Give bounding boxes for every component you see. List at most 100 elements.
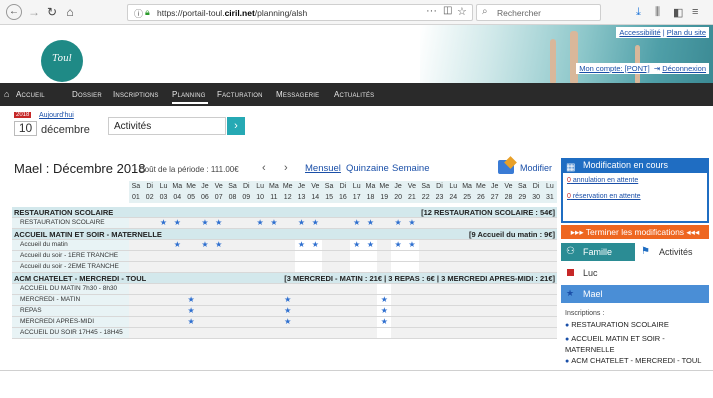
reservation-star-icon[interactable]: ★ xyxy=(253,218,267,228)
reservation-star-icon[interactable]: ★ xyxy=(198,240,212,250)
account-link[interactable]: Mon compte: [PONT] xyxy=(579,64,649,73)
next-month-icon[interactable]: › xyxy=(284,162,288,174)
reservation-star-icon[interactable]: ★ xyxy=(364,218,378,228)
table-row: Accueil du soir - 2EME TRANCHE xyxy=(12,262,557,273)
view-semaine-link[interactable]: Semaine xyxy=(392,163,430,174)
reservation-star-icon[interactable]: ★ xyxy=(350,240,364,250)
view-quinzaine-link[interactable]: Quinzaine xyxy=(346,163,389,174)
search-input[interactable]: ⌕ Rechercher xyxy=(476,4,601,21)
available-day-cell[interactable] xyxy=(391,251,405,261)
reservation-star-icon[interactable]: ★ xyxy=(377,306,391,316)
nav-planning[interactable]: Planning xyxy=(172,90,206,99)
sidebar-icon[interactable]: ◧ xyxy=(673,6,683,19)
available-day-cell[interactable] xyxy=(405,262,419,272)
available-day-cell[interactable] xyxy=(308,262,323,272)
child-item-luc[interactable]: Luc xyxy=(561,264,709,282)
previous-month-icon[interactable]: ‹ xyxy=(262,162,266,174)
reservation-star-icon[interactable]: ★ xyxy=(391,240,405,250)
child-item-mael[interactable]: ★ Mael xyxy=(561,285,709,303)
day-number-header: 11 xyxy=(270,194,278,201)
section-summary: [9 Accueil du matin : 9€] xyxy=(469,230,555,239)
available-day-cell[interactable] xyxy=(391,262,405,272)
reservation-star-icon[interactable]: ★ xyxy=(170,218,184,228)
reservation-star-icon[interactable]: ★ xyxy=(308,218,322,228)
available-day-cell[interactable] xyxy=(294,251,309,261)
reservation-star-icon[interactable]: ★ xyxy=(377,317,391,327)
nav-messagerie[interactable]: Messagerie xyxy=(276,90,319,99)
reservation-star-icon[interactable]: ★ xyxy=(350,218,364,228)
reservation-link[interactable]: 0 réservation en attente xyxy=(567,193,641,200)
nav-facturation[interactable]: Facturation xyxy=(217,90,263,99)
url-text[interactable]: https://portail-toul.ciril.net/planning/… xyxy=(157,8,307,18)
finish-modifications-button[interactable]: ▸▸▸ Terminer les modifications ◂◂◂ xyxy=(561,225,709,239)
reservation-star-icon[interactable]: ★ xyxy=(391,218,405,228)
reservation-star-icon[interactable]: ★ xyxy=(295,240,309,250)
reservation-star-icon[interactable]: ★ xyxy=(157,218,171,228)
available-day-cell[interactable] xyxy=(363,251,378,261)
download-icon[interactable]: ⤓ xyxy=(636,6,641,19)
footer-divider xyxy=(0,370,713,371)
logout-link[interactable]: Déconnexion xyxy=(662,64,706,73)
available-day-cell[interactable] xyxy=(377,284,392,294)
library-icon[interactable]: ⫼ xyxy=(655,6,660,19)
home-icon[interactable]: ⌂ xyxy=(4,89,9,99)
annulation-link[interactable]: 0 annulation en attente xyxy=(567,177,638,184)
nav-dossier[interactable]: Dossier xyxy=(72,90,102,99)
url-bar[interactable]: ⓘ 🔒︎ https://portail-toul.ciril.net/plan… xyxy=(127,4,473,21)
nav-actualites[interactable]: Actualités xyxy=(334,90,374,99)
modify-link[interactable]: Modifier xyxy=(520,163,552,173)
accessibility-link[interactable]: Accessibilité xyxy=(619,28,660,37)
reservation-star-icon[interactable]: ★ xyxy=(281,317,295,327)
available-day-cell[interactable] xyxy=(349,262,364,272)
reservation-star-icon[interactable]: ★ xyxy=(295,218,309,228)
forward-arrow-icon[interactable]: → xyxy=(26,4,42,20)
available-day-cell[interactable] xyxy=(405,251,419,261)
tab-famille[interactable]: ⚇ Famille xyxy=(561,243,635,261)
today-link[interactable]: Aujourd'hui xyxy=(39,112,74,119)
hamburger-menu-icon[interactable]: ≡ xyxy=(692,6,698,18)
reservation-star-icon[interactable]: ★ xyxy=(308,240,322,250)
available-day-cell[interactable] xyxy=(308,251,323,261)
reservation-star-icon[interactable]: ★ xyxy=(212,218,226,228)
reservation-star-icon[interactable]: ★ xyxy=(281,295,295,305)
available-day-cell[interactable] xyxy=(294,262,309,272)
bookmark-star-icon[interactable]: ☆ xyxy=(457,5,467,18)
day-number[interactable]: 10 xyxy=(14,121,37,136)
reservation-star-icon[interactable]: ★ xyxy=(405,240,419,250)
reservation-star-icon[interactable]: ★ xyxy=(184,306,198,316)
available-day-cell[interactable] xyxy=(349,251,364,261)
nav-accueil[interactable]: Accueil xyxy=(16,90,45,99)
view-mensuel-link[interactable]: Mensuel xyxy=(305,163,341,174)
reservation-star-icon[interactable]: ★ xyxy=(184,317,198,327)
activity-go-button[interactable]: › xyxy=(227,117,245,135)
site-logo[interactable]: Toul xyxy=(41,40,83,82)
page-actions-icon[interactable]: ··· xyxy=(426,5,437,17)
day-number-header: 02 xyxy=(145,194,154,201)
reservation-star-icon[interactable]: ★ xyxy=(212,240,226,250)
pocket-icon[interactable]: ◫ xyxy=(443,5,452,16)
nav-inscriptions[interactable]: Inscriptions xyxy=(113,90,159,99)
home-icon[interactable]: ⌂ xyxy=(62,4,78,20)
weekday-header: Di xyxy=(436,183,443,190)
row-label: RESTAURATION SCOLAIRE xyxy=(12,218,129,228)
back-arrow-icon[interactable]: ← xyxy=(6,4,22,20)
calendar-edit-icon[interactable] xyxy=(498,160,514,174)
available-day-cell[interactable] xyxy=(363,262,378,272)
row-cells xyxy=(129,262,557,272)
reservation-star-icon[interactable]: ★ xyxy=(405,218,419,228)
reservation-star-icon[interactable]: ★ xyxy=(267,218,281,228)
month-label: décembre xyxy=(41,124,90,136)
reservation-star-icon[interactable]: ★ xyxy=(364,240,378,250)
tab-activites[interactable]: ⚑ Activités xyxy=(635,243,709,261)
site-banner: Toul Accessibilité | Plan du site Mon co… xyxy=(0,25,713,83)
activity-select[interactable]: Activités xyxy=(108,117,226,135)
info-icon[interactable]: ⓘ xyxy=(134,7,143,20)
reservation-star-icon[interactable]: ★ xyxy=(377,295,391,305)
available-day-cell[interactable] xyxy=(377,328,392,338)
reservation-star-icon[interactable]: ★ xyxy=(198,218,212,228)
sitemap-link[interactable]: Plan du site xyxy=(667,28,706,37)
reservation-star-icon[interactable]: ★ xyxy=(281,306,295,316)
reservation-star-icon[interactable]: ★ xyxy=(170,240,184,250)
reload-icon[interactable]: ↻ xyxy=(44,4,60,20)
reservation-star-icon[interactable]: ★ xyxy=(184,295,198,305)
